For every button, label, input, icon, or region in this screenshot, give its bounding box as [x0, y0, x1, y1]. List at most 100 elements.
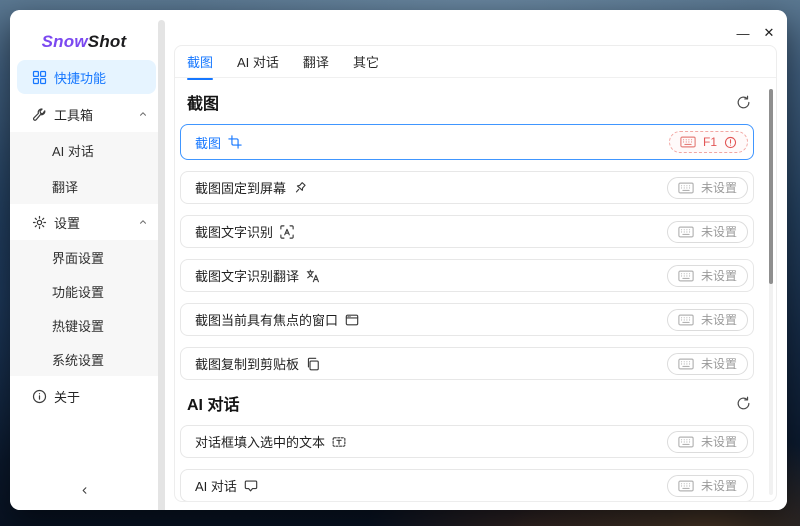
chevron-left-icon: [79, 485, 90, 496]
sidebar: SnowShot 快捷功能 工具箱 AI 对话 翻译 设置 界面设置 功能设置 …: [10, 10, 158, 510]
sidebar-menu: 快捷功能 工具箱 AI 对话 翻译 设置 界面设置 功能设置 热键设置 系统设置…: [10, 60, 158, 414]
section-title: 截图: [187, 96, 220, 113]
sidebar-item-system-settings[interactable]: 系统设置: [10, 342, 158, 376]
app-logo: SnowShot: [10, 32, 158, 54]
hotkey-label: 截图文字识别翻译: [195, 269, 300, 284]
hotkey-row-ai-chat[interactable]: AI 对话 未设置: [180, 469, 754, 501]
content-card: 截图 AI 对话 翻译 其它 截图 截图 F1 截图固定到屏幕 未设置 截图文字…: [174, 45, 777, 502]
sidebar-item-label: 系统设置: [52, 352, 105, 368]
info-circle-icon: [32, 389, 47, 404]
pin-icon: [293, 181, 307, 195]
shortcut-tag-unset[interactable]: 未设置: [666, 352, 748, 375]
shortcut-tag-warning[interactable]: F1: [668, 131, 748, 153]
chat-icon: [244, 479, 258, 493]
translate-icon: [306, 269, 320, 283]
sidebar-item-toolbox[interactable]: 工具箱: [10, 96, 158, 132]
minimize-button[interactable]: —: [733, 23, 753, 43]
sidebar-item-label: 功能设置: [52, 284, 105, 300]
keyboard-icon: [678, 226, 694, 238]
shortcut-value: 未设置: [700, 225, 737, 239]
shortcut-tag-unset[interactable]: 未设置: [666, 474, 748, 497]
hotkey-row-fill-selected-text[interactable]: 对话框填入选中的文本 未设置: [180, 425, 754, 458]
sidebar-item-interface-settings[interactable]: 界面设置: [10, 240, 158, 274]
close-button[interactable]: ✕: [759, 23, 779, 43]
sidebar-item-label: 翻译: [52, 179, 79, 195]
sidebar-item-label: 设置: [54, 215, 81, 231]
copy-icon: [306, 357, 320, 371]
ocr-icon: [280, 224, 294, 239]
sidebar-item-label: 工具箱: [54, 107, 94, 123]
sidebar-item-label: AI 对话: [52, 143, 94, 159]
shortcut-tag-unset[interactable]: 未设置: [666, 308, 748, 331]
chevron-up-icon: [138, 109, 148, 119]
chevron-up-icon: [138, 217, 148, 227]
tab-other[interactable]: 其它: [353, 52, 379, 71]
sidebar-item-label: 热键设置: [52, 318, 105, 334]
text-select-icon: [332, 435, 346, 449]
logo-part-snow: Snow: [41, 32, 88, 51]
tab-bar: 截图 AI 对话 翻译 其它: [175, 46, 776, 80]
shortcut-value: 未设置: [700, 435, 737, 449]
reset-section-button[interactable]: [734, 93, 752, 111]
hotkey-row-focused-window[interactable]: 截图当前具有焦点的窗口 未设置: [180, 303, 754, 336]
shortcut-value: 未设置: [700, 269, 737, 283]
sidebar-item-shortcuts[interactable]: 快捷功能: [17, 60, 156, 94]
sync-icon: [736, 396, 751, 411]
sidebar-item-label: 快捷功能: [54, 70, 107, 86]
sidebar-item-hotkey-settings[interactable]: 热键设置: [10, 308, 158, 342]
hotkey-label: 截图当前具有焦点的窗口: [195, 313, 339, 328]
section-title: AI 对话: [187, 397, 240, 414]
window-controls: — ✕: [733, 23, 779, 43]
scrollbar-thumb[interactable]: [769, 89, 773, 284]
window-icon: [345, 313, 359, 327]
hotkey-label: 对话框填入选中的文本: [195, 435, 326, 450]
sidebar-item-function-settings[interactable]: 功能设置: [10, 274, 158, 308]
hotkey-label: AI 对话: [195, 479, 237, 494]
logo-part-shot: Shot: [87, 32, 127, 51]
app-window: SnowShot 快捷功能 工具箱 AI 对话 翻译 设置 界面设置 功能设置 …: [10, 10, 787, 510]
hotkey-row-screenshot[interactable]: 截图 F1: [180, 124, 754, 160]
keyboard-icon: [680, 136, 696, 148]
keyboard-icon: [678, 182, 694, 194]
section-header-screenshot: 截图: [180, 91, 754, 113]
sidebar-item-label: 关于: [54, 389, 81, 405]
shortcut-tag-unset[interactable]: 未设置: [666, 264, 748, 287]
toolbox-submenu: AI 对话 翻译: [10, 132, 158, 204]
sidebar-item-about[interactable]: 关于: [10, 378, 158, 414]
tab-screenshot[interactable]: 截图: [187, 52, 214, 80]
exclamation-circle-icon: [724, 136, 737, 149]
gear-icon: [32, 215, 47, 230]
desktop: { "brand": { "part1": "Snow", "part2": "…: [0, 0, 800, 526]
tab-ai-chat[interactable]: AI 对话: [237, 52, 279, 71]
sidebar-item-translate[interactable]: 翻译: [10, 168, 158, 204]
tab-translate[interactable]: 翻译: [303, 52, 329, 71]
hotkey-row-copy-clipboard[interactable]: 截图复制到剪贴板 未设置: [180, 347, 754, 380]
hotkey-label: 截图复制到剪贴板: [195, 357, 300, 372]
keyboard-icon: [678, 270, 694, 282]
hotkey-row-ocr-translate[interactable]: 截图文字识别翻译 未设置: [180, 259, 754, 292]
tool-icon: [32, 107, 47, 122]
main-panel: — ✕ 截图 AI 对话 翻译 其它 截图 截图 F1 截图固定到屏幕 未设置 …: [165, 10, 787, 510]
reset-section-button[interactable]: [734, 394, 752, 412]
keyboard-icon: [678, 358, 694, 370]
section-header-ai-chat: AI 对话: [180, 392, 754, 414]
sidebar-splitter-handle[interactable]: [158, 20, 165, 510]
hotkey-label: 截图文字识别: [195, 225, 274, 240]
shortcut-tag-unset[interactable]: 未设置: [666, 176, 748, 199]
hotkey-row-ocr[interactable]: 截图文字识别 未设置: [180, 215, 754, 248]
hotkey-list: 截图 截图 F1 截图固定到屏幕 未设置 截图文字识别 未设置 截图文字识别翻译…: [175, 79, 776, 501]
shortcut-value: F1: [702, 135, 717, 149]
shortcut-value: 未设置: [700, 479, 737, 493]
sync-icon: [736, 95, 751, 110]
appstore-icon: [32, 70, 47, 85]
hotkey-label: 截图: [195, 135, 222, 151]
shortcut-tag-unset[interactable]: 未设置: [666, 430, 748, 453]
hotkey-label: 截图固定到屏幕: [195, 181, 287, 196]
sidebar-collapse-button[interactable]: [71, 478, 97, 502]
sidebar-item-ai-chat[interactable]: AI 对话: [10, 132, 158, 168]
shortcut-tag-unset[interactable]: 未设置: [666, 220, 748, 243]
hotkey-row-pin-to-screen[interactable]: 截图固定到屏幕 未设置: [180, 171, 754, 204]
shortcut-value: 未设置: [700, 313, 737, 327]
keyboard-icon: [678, 480, 694, 492]
sidebar-item-settings[interactable]: 设置: [10, 204, 158, 240]
